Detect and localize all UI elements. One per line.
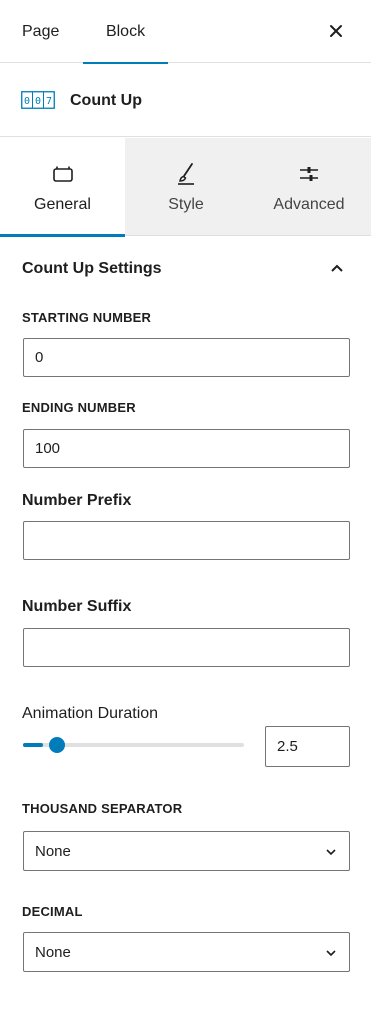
slider-handle[interactable] — [48, 737, 65, 753]
starting-number-label: STARTING NUMBER — [22, 310, 152, 325]
slider-fill — [23, 743, 43, 747]
animation-duration-input[interactable] — [265, 726, 350, 767]
chevron-down-icon — [326, 849, 336, 856]
tab-advanced-label: Advanced — [273, 196, 345, 213]
tab-advanced[interactable]: Advanced — [247, 138, 371, 236]
svg-text:7: 7 — [46, 96, 52, 107]
tab-general[interactable]: General — [0, 138, 125, 237]
thousand-separator-select[interactable]: None — [23, 831, 350, 871]
number-prefix-label: Number Prefix — [22, 492, 132, 509]
close-icon — [330, 25, 342, 37]
decimal-select[interactable]: None — [23, 932, 350, 972]
brush-icon — [178, 163, 194, 185]
svg-text:0: 0 — [35, 96, 41, 107]
sidebar-tabs: Page Block — [0, 0, 371, 64]
animation-duration-label: Animation Duration — [22, 705, 159, 722]
tab-style-label: Style — [168, 196, 204, 213]
briefcase-icon — [52, 166, 73, 182]
tab-style[interactable]: Style — [125, 138, 247, 236]
tab-page[interactable]: Page — [22, 0, 59, 63]
number-suffix-label: Number Suffix — [22, 598, 132, 615]
close-button[interactable] — [323, 18, 349, 44]
svg-text:0: 0 — [24, 96, 30, 107]
number-prefix-input[interactable] — [23, 521, 350, 560]
panel-title: Count Up Settings — [22, 260, 162, 277]
chevron-down-icon — [326, 950, 336, 957]
ending-number-input[interactable] — [23, 429, 350, 468]
thousand-separator-value: None — [35, 843, 71, 860]
block-card: 0 0 7 Count Up — [0, 64, 371, 137]
count-up-icon: 0 0 7 — [21, 91, 55, 109]
block-title: Count Up — [70, 92, 142, 109]
tab-general-label: General — [34, 196, 91, 213]
starting-number-input[interactable] — [23, 338, 350, 377]
decimal-value: None — [35, 944, 71, 961]
number-suffix-input[interactable] — [23, 628, 350, 667]
thousand-separator-label: THOUSAND SEPARATOR — [22, 801, 183, 816]
decimal-label: DECIMAL — [22, 904, 83, 919]
ending-number-label: ENDING NUMBER — [22, 400, 136, 415]
tab-block[interactable]: Block — [83, 0, 168, 64]
inspector-tabs: General Style Advanced — [0, 138, 371, 237]
chevron-up-icon[interactable] — [327, 259, 347, 279]
sliders-icon — [300, 167, 318, 181]
